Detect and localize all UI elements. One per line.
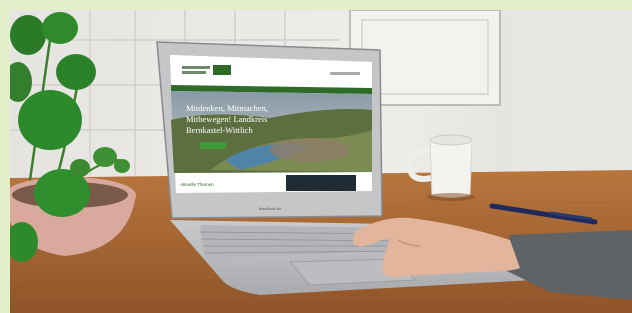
- hero-button: [200, 142, 226, 149]
- coffee-mug: [429, 139, 473, 198]
- teaser-image: [286, 175, 356, 191]
- section-heading: Aktuelle Themen: [180, 182, 214, 187]
- hero-headline-line-1: Mitdenken, Mitmachen,: [186, 103, 268, 113]
- right-wall: [510, 10, 632, 190]
- photograph: Mitdenken, Mitmachen, Mitbewegen! Landkr…: [10, 10, 632, 313]
- laptop-screen: Mitdenken, Mitmachen, Mitbewegen! Landkr…: [170, 55, 372, 193]
- hero-headline-line-3: Bernkastel-Wittlich: [186, 125, 253, 135]
- hero-headline-line-2: Mitbewegen! Landkreis: [186, 114, 267, 124]
- laptop-badge: MacBook Air: [259, 206, 282, 211]
- scene: Mitdenken, Mitmachen, Mitbewegen! Landkr…: [10, 10, 632, 313]
- photo-frame: Mitdenken, Mitmachen, Mitbewegen! Landkr…: [0, 0, 632, 313]
- site-logo-mark: [213, 65, 231, 75]
